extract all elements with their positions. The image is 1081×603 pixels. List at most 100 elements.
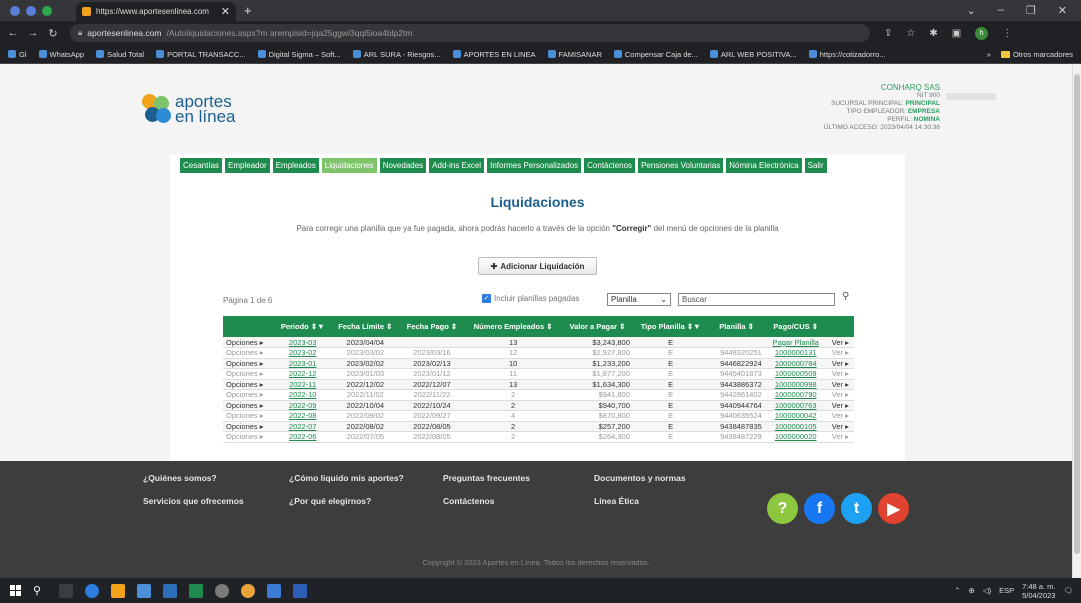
- cell-op[interactable]: Opciones ▸: [223, 421, 275, 432]
- profile-avatar[interactable]: h: [975, 26, 989, 40]
- payment-link[interactable]: 1000000509: [775, 369, 817, 378]
- bookmark-item[interactable]: APORTES EN LINEA: [452, 50, 536, 59]
- column-header[interactable]: Planilla ⇕: [708, 316, 765, 337]
- app-icon-2[interactable]: [215, 583, 229, 598]
- payment-link[interactable]: 1000000763: [775, 401, 817, 410]
- cell-periodo[interactable]: 2022-09: [274, 400, 331, 411]
- footer-link-why[interactable]: ¿Por qué elegirnos?: [289, 496, 371, 506]
- cell-op[interactable]: Opciones ▸: [223, 410, 275, 422]
- period-link[interactable]: 2022-07: [289, 422, 317, 431]
- cell-cus[interactable]: 1000000042: [764, 410, 827, 422]
- cell-cus[interactable]: 1000000131: [764, 347, 827, 359]
- period-link[interactable]: 2022-11: [289, 380, 316, 389]
- more-bookmarks-icon[interactable]: »: [987, 50, 991, 59]
- column-header[interactable]: Número Empleados ⇕: [464, 316, 563, 337]
- bookmark-item[interactable]: FAMISANAR: [547, 50, 602, 59]
- forward-icon[interactable]: →: [24, 27, 42, 40]
- footer-link-who[interactable]: ¿Quiénes somos?: [143, 473, 217, 483]
- period-link[interactable]: 2022-09: [289, 401, 317, 410]
- payment-link[interactable]: 1000000131: [775, 348, 817, 357]
- minimize-button[interactable]: –: [998, 4, 1004, 17]
- share-icon[interactable]: ⇪: [884, 28, 892, 39]
- cell-ver[interactable]: Ver ▸: [826, 400, 854, 411]
- period-link[interactable]: 2022-08: [289, 411, 317, 420]
- tray-lang[interactable]: ESP: [999, 586, 1014, 595]
- menu-item-pensiones-voluntarias[interactable]: Pensiones Voluntarias: [638, 158, 724, 173]
- payment-link[interactable]: 1000000020: [775, 432, 817, 441]
- other-bookmarks-folder[interactable]: Otros marcadores: [1000, 50, 1073, 59]
- pinned-tab-icon[interactable]: [26, 5, 36, 16]
- word-icon[interactable]: [293, 583, 307, 598]
- payment-link[interactable]: Pagar Planilla: [773, 338, 819, 347]
- cell-ver[interactable]: Ver ▸: [826, 368, 854, 380]
- cell-ver[interactable]: Ver ▸: [826, 347, 854, 359]
- bookmark-item[interactable]: ARL SURA - Riesgos...: [352, 50, 441, 59]
- cell-periodo[interactable]: 2023-02: [274, 347, 331, 359]
- bookmark-item[interactable]: PORTAL TRANSACC...: [156, 50, 246, 59]
- cell-cus[interactable]: 1000000763: [764, 400, 827, 411]
- footer-link-contact[interactable]: Contáctenos: [443, 496, 494, 506]
- cell-op[interactable]: Opciones ▸: [223, 368, 275, 380]
- footer-link-ethics[interactable]: Línea Ética: [594, 496, 639, 506]
- add-liquidation-button[interactable]: ✚ Adicionar Liquidación: [478, 257, 597, 275]
- cell-periodo[interactable]: 2022-11: [274, 379, 331, 390]
- active-tab[interactable]: https://www.aportesenlinea.com ✕: [76, 2, 236, 21]
- include-paid-toggle[interactable]: ✓ Incluir planillas pagadas: [482, 294, 579, 303]
- task-view-icon[interactable]: [59, 583, 73, 598]
- footer-link-services[interactable]: Servicios que ofrecemos: [143, 496, 244, 506]
- reload-icon[interactable]: ↻: [44, 27, 62, 40]
- period-link[interactable]: 2023-01: [289, 359, 317, 368]
- cell-cus[interactable]: 1000000998: [764, 379, 827, 390]
- footer-link-how[interactable]: ¿Cómo liquido mis aportes?: [289, 473, 404, 483]
- filter-select[interactable]: Planilla ⌄: [607, 293, 671, 306]
- cell-ver[interactable]: Ver ▸: [826, 337, 854, 348]
- period-link[interactable]: 2022-06: [289, 432, 317, 441]
- column-header[interactable]: Periodo ⇕▼: [274, 316, 331, 337]
- close-tab-icon[interactable]: ✕: [221, 5, 230, 18]
- bookmark-item[interactable]: https://cotizadorro...: [808, 50, 886, 59]
- cell-ver[interactable]: Ver ▸: [826, 379, 854, 390]
- chrome-icon[interactable]: [241, 583, 255, 598]
- cell-cus[interactable]: 1000000784: [764, 358, 827, 369]
- page-scrollbar[interactable]: [1072, 64, 1081, 578]
- cell-op[interactable]: Opciones ▸: [223, 337, 275, 348]
- url-input[interactable]: 🔒︎ aportesenlinea.com/Autoliquidaciones.…: [70, 24, 870, 42]
- cell-op[interactable]: Opciones ▸: [223, 431, 275, 443]
- file-explorer-icon[interactable]: [111, 583, 125, 598]
- payment-link[interactable]: 1000000042: [775, 411, 817, 420]
- bookmark-item[interactable]: ARL WEB POSITIVA...: [709, 50, 797, 59]
- menu-item-add-ins-excel[interactable]: Add-ins Excel: [429, 158, 485, 173]
- column-header[interactable]: Fecha Límite ⇕: [330, 316, 400, 337]
- cell-op[interactable]: Opciones ▸: [223, 389, 275, 401]
- cell-ver[interactable]: Ver ▸: [826, 389, 854, 401]
- cell-periodo[interactable]: 2022-08: [274, 410, 331, 422]
- cell-op[interactable]: Opciones ▸: [223, 379, 275, 390]
- menu-item-salir[interactable]: Salir: [804, 158, 827, 173]
- notifications-icon[interactable]: 🗨︎: [1063, 586, 1073, 595]
- period-link[interactable]: 2022-12: [289, 369, 317, 378]
- youtube-icon[interactable]: ▶: [878, 493, 909, 524]
- network-icon[interactable]: ⊕: [969, 586, 975, 595]
- payment-link[interactable]: 1000000998: [775, 380, 817, 389]
- menu-item-informes-personalizados[interactable]: Informes Personalizados: [487, 158, 582, 173]
- cell-op[interactable]: Opciones ▸: [223, 400, 275, 411]
- payment-link[interactable]: 1000000784: [775, 359, 817, 368]
- whatsapp-tab-icon[interactable]: [42, 5, 52, 16]
- speaker-icon[interactable]: ◁): [983, 586, 991, 595]
- help-icon[interactable]: ?: [767, 493, 798, 524]
- search-taskbar-icon[interactable]: ⚲: [33, 584, 47, 598]
- menu-item-novedades[interactable]: Novedades: [379, 158, 427, 173]
- windows-start-icon[interactable]: [10, 585, 21, 596]
- cell-cus[interactable]: 1000000020: [764, 431, 827, 443]
- period-link[interactable]: 2023-03: [289, 338, 317, 347]
- facebook-icon[interactable]: f: [804, 493, 835, 524]
- menu-item-nomina-electronica[interactable]: Nómina Electrónica: [726, 158, 802, 173]
- menu-item-contactenos[interactable]: Contáctenos: [584, 158, 636, 173]
- calculator-icon[interactable]: [137, 583, 151, 598]
- sidepanel-icon[interactable]: ▣: [952, 28, 961, 39]
- bookmark-item[interactable]: Digital Sigma – Soft...: [257, 50, 341, 59]
- cell-periodo[interactable]: 2022-10: [274, 389, 331, 401]
- period-link[interactable]: 2022-10: [289, 390, 317, 399]
- bookmark-item[interactable]: WhatsApp: [38, 50, 84, 59]
- menu-icon[interactable]: ⋮: [1002, 28, 1012, 39]
